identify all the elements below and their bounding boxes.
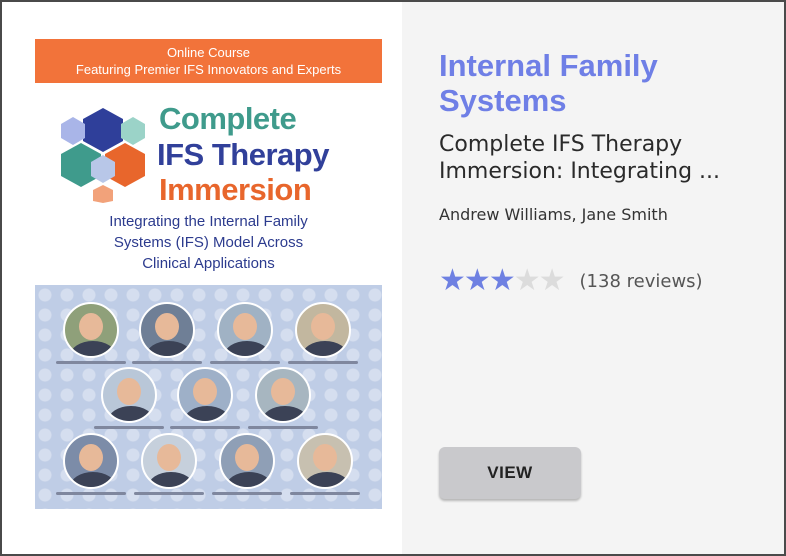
ifs-logo-icon bbox=[61, 108, 145, 203]
thumbnail-banner: Online Course Featuring Premier IFS Inno… bbox=[35, 39, 382, 83]
subtitle-line-3: Clinical Applications bbox=[142, 255, 275, 272]
star-rating: ★ ★ ★ ★ ★ (138 reviews) bbox=[439, 266, 703, 296]
presenter-caption-bar bbox=[56, 492, 126, 495]
presenter-photo bbox=[63, 433, 119, 489]
presenter-photo bbox=[217, 302, 273, 358]
course-card[interactable]: Online Course Featuring Premier IFS Inno… bbox=[0, 0, 786, 556]
presenter-caption-bar bbox=[134, 492, 204, 495]
presenter-caption-bar bbox=[210, 361, 280, 364]
view-button[interactable]: VIEW bbox=[439, 447, 581, 499]
thumbnail-title-line-3: Immersion bbox=[159, 172, 312, 207]
thumbnail-pane: Online Course Featuring Premier IFS Inno… bbox=[2, 2, 402, 554]
thumbnail-title-line-2: IFS Therapy bbox=[157, 137, 329, 172]
thumbnail-subtitle: Integrating the Internal Family Systems … bbox=[35, 211, 382, 274]
star-icon: ★ bbox=[538, 264, 566, 297]
banner-line-1: Online Course bbox=[166, 45, 251, 60]
presenter-photo bbox=[63, 302, 119, 358]
subtitle-line-1: Integrating the Internal Family bbox=[109, 213, 308, 230]
review-count[interactable]: (138 reviews) bbox=[580, 271, 703, 292]
course-authors: Andrew Williams, Jane Smith bbox=[439, 205, 668, 224]
presenter-photo bbox=[101, 367, 157, 423]
course-title[interactable]: Complete IFS Therapy Immersion: Integrat… bbox=[439, 131, 774, 185]
course-category[interactable]: Internal Family Systems bbox=[439, 48, 759, 118]
star-icon: ★ bbox=[439, 264, 466, 297]
star-icon: ★ bbox=[488, 264, 516, 297]
presenter-photo bbox=[219, 433, 275, 489]
presenter-photo bbox=[177, 367, 233, 423]
presenter-photo bbox=[255, 367, 311, 423]
presenter-photo bbox=[295, 302, 351, 358]
star-icon: ★ bbox=[463, 264, 491, 297]
presenter-caption-bar bbox=[94, 426, 164, 429]
presenter-photo bbox=[141, 433, 197, 489]
banner-line-2: Featuring Premier IFS Innovators and Exp… bbox=[75, 62, 342, 77]
presenter-caption-bar bbox=[56, 361, 126, 364]
subtitle-line-2: Systems (IFS) Model Across bbox=[113, 234, 304, 251]
presenter-caption-bar bbox=[290, 492, 360, 495]
presenter-caption-bar bbox=[132, 361, 202, 364]
course-thumbnail[interactable]: Online Course Featuring Premier IFS Inno… bbox=[35, 39, 382, 509]
presenter-photos bbox=[35, 285, 382, 509]
presenter-photo bbox=[297, 433, 353, 489]
star-icon: ★ bbox=[513, 264, 541, 297]
presenter-caption-bar bbox=[212, 492, 282, 495]
presenter-caption-bar bbox=[288, 361, 358, 364]
presenter-caption-bar bbox=[248, 426, 318, 429]
thumbnail-title-line-1: Complete bbox=[159, 101, 297, 136]
presenter-photo bbox=[139, 302, 195, 358]
presenter-caption-bar bbox=[170, 426, 240, 429]
